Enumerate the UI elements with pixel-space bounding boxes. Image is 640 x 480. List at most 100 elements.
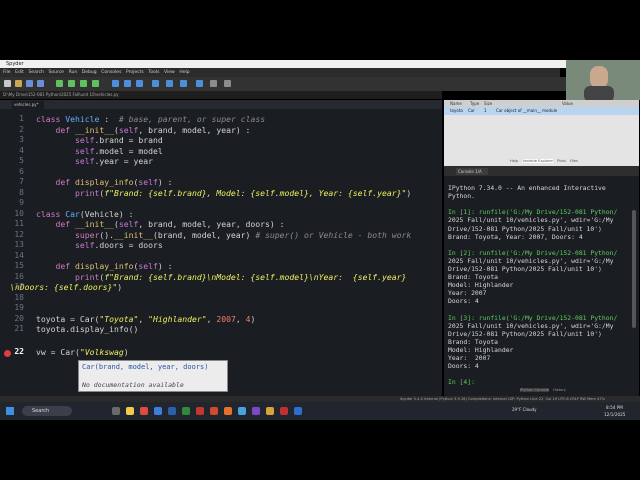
taskbar-search[interactable]: Search <box>22 406 72 416</box>
console-line: In [1]: runfile('G:/My Drive/152-081 Pyt… <box>448 208 618 217</box>
menu-edit[interactable]: Edit <box>15 68 24 77</box>
powerpoint-icon[interactable] <box>210 407 218 415</box>
visual-studio-icon[interactable] <box>252 407 260 415</box>
menu-view[interactable]: View <box>164 68 175 77</box>
menu-search[interactable]: Search <box>28 68 43 77</box>
header-value[interactable]: Value <box>562 100 573 107</box>
console-line: Year: 2007 <box>448 289 487 298</box>
open-folder-icon[interactable] <box>15 80 22 87</box>
step-icon[interactable] <box>124 80 131 87</box>
table-row[interactable]: toyota Car 1 Car object of __main__ modu… <box>444 107 639 115</box>
tab-console-1[interactable]: Console 1/A <box>456 168 488 175</box>
completion-popup[interactable]: Car(brand, model, year, doors) No docume… <box>78 360 228 392</box>
console-line: In [4]: <box>448 378 475 387</box>
app-icon[interactable] <box>266 407 274 415</box>
code-line-12[interactable]: super().__init__(brand, model, year) # s… <box>36 230 411 240</box>
line-number: 13 <box>14 240 24 249</box>
menu-bar: File Edit Search Source Run Debug Consol… <box>0 68 560 77</box>
task-view-icon[interactable] <box>112 407 120 415</box>
code-line-13[interactable]: self.doors = doors <box>36 240 163 250</box>
variable-table-header: Name Type Size Value <box>444 100 639 107</box>
editor-pane[interactable]: vehicles.py* class Vehicle : # base, par… <box>0 100 442 396</box>
weather-widget[interactable]: 29°F Cloudy <box>512 407 542 412</box>
variable-explorer[interactable]: Name Type Size Value toyota Car 1 Car ob… <box>444 100 639 166</box>
run-cell-icon[interactable] <box>68 80 75 87</box>
new-file-icon[interactable] <box>4 80 11 87</box>
console-line: Brand: Toyota <box>448 273 499 282</box>
code-line-3[interactable]: self.brand = brand <box>36 135 163 145</box>
menu-consoles[interactable]: Consoles <box>101 68 121 77</box>
menu-tools[interactable]: Tools <box>148 68 159 77</box>
tab-files[interactable]: Files <box>570 159 578 163</box>
zoom-icon[interactable] <box>294 407 302 415</box>
code-line-4[interactable]: self.model = model <box>36 146 163 156</box>
preferences-icon[interactable] <box>210 80 217 87</box>
tab-variable-explorer[interactable]: Variable Explorer <box>522 159 554 163</box>
tab-help[interactable]: Help <box>510 159 518 163</box>
console-line: 2025 Fall/unit 10/vehicles.py', wdir='G:… <box>448 256 614 265</box>
debug-icon[interactable] <box>112 80 119 87</box>
line-number: 3 <box>19 135 24 144</box>
code-line-20[interactable]: toyota = Car("Toyota", "Highlander", 200… <box>36 314 255 324</box>
stop-debug-icon[interactable] <box>180 80 187 87</box>
console-scrollbar[interactable] <box>632 210 636 328</box>
header-type[interactable]: Type <box>470 100 479 107</box>
spyder-icon[interactable] <box>196 407 204 415</box>
console-line: Python. <box>448 192 475 201</box>
code-line-5[interactable]: self.year = year <box>36 156 153 166</box>
menu-projects[interactable]: Projects <box>126 68 144 77</box>
search-label: Search <box>32 408 50 414</box>
step-return-icon[interactable] <box>152 80 159 87</box>
header-name[interactable]: Name <box>450 100 462 107</box>
tab-history[interactable]: History <box>553 388 566 392</box>
code-line-15[interactable]: def display_info(self) : <box>36 261 173 271</box>
menu-debug[interactable]: Debug <box>82 68 97 77</box>
code-line-10[interactable]: class Car(Vehicle) : <box>36 209 133 219</box>
step-into-icon[interactable] <box>136 80 143 87</box>
line-number: 7 <box>19 177 24 186</box>
tab-plots[interactable]: Plots <box>557 159 566 163</box>
chrome-icon[interactable] <box>140 407 148 415</box>
file-explorer-icon[interactable] <box>126 407 134 415</box>
run-selection-icon[interactable] <box>92 80 99 87</box>
console-line: Drive/152-081 Python/2025 Fall/unit 10') <box>448 329 602 338</box>
continue-icon[interactable] <box>166 80 173 87</box>
save-icon[interactable] <box>26 80 33 87</box>
menu-source[interactable]: Source <box>49 68 64 77</box>
menu-file[interactable]: File <box>3 68 11 77</box>
clock-time[interactable]: 8:54 PM <box>606 405 623 410</box>
code-line-11[interactable]: def __init__(self, brand, model, year, d… <box>36 219 285 229</box>
acrobat-icon[interactable] <box>280 407 288 415</box>
maximize-pane-icon[interactable] <box>196 80 203 87</box>
variable-panel-tabs: Help Variable Explorer Plots Files <box>510 159 578 163</box>
line-number: 18 <box>14 292 24 302</box>
ipython-console[interactable]: IPython 7.34.0 -- An enhanced Interactiv… <box>444 176 639 396</box>
code-line-16[interactable]: print(f"Brand: {self.brand}\nModel: {sel… <box>36 272 406 282</box>
menu-help[interactable]: Help <box>179 68 189 77</box>
edge-icon[interactable] <box>154 407 162 415</box>
save-all-icon[interactable] <box>37 80 44 87</box>
firefox-icon[interactable] <box>224 407 232 415</box>
code-line-8[interactable]: print(f"Brand: {self.brand}, Model: {sel… <box>36 188 411 198</box>
header-size[interactable]: Size <box>484 100 492 107</box>
vscode-icon[interactable] <box>238 407 246 415</box>
menu-run[interactable]: Run <box>69 68 78 77</box>
tab-ipython-console[interactable]: IPython Console <box>520 388 549 392</box>
console-line: Brand: Toyota, Year: 2007, Doors: 4 <box>448 232 583 241</box>
code-line-2[interactable]: def __init__(self, brand, model, year) : <box>36 125 251 135</box>
run-cell-advance-icon[interactable] <box>80 80 87 87</box>
clock-date[interactable]: 12/1/2025 <box>604 412 625 417</box>
code-line-22[interactable]: vw = Car("Volkswag) <box>36 347 129 357</box>
console-line: Drive/152-081 Python/2025 Fall/unit 10') <box>448 265 602 273</box>
code-line-21[interactable]: toyota.display_info() <box>36 324 138 334</box>
line-number: 12 <box>14 229 24 239</box>
file-path-bar: D:\My Drive\152-081 Python\2025 Fall\uni… <box>0 91 442 99</box>
word-icon[interactable] <box>168 407 176 415</box>
excel-icon[interactable] <box>182 407 190 415</box>
code-line-7[interactable]: def display_info(self) : <box>36 177 173 187</box>
run-icon[interactable] <box>56 80 63 87</box>
completion-signature[interactable]: Car(brand, model, year, doors) <box>82 363 208 371</box>
python-path-icon[interactable] <box>224 80 231 87</box>
windows-start-icon[interactable] <box>6 407 14 415</box>
code-line-1[interactable]: class Vehicle : # base, parent, or super… <box>36 114 265 124</box>
